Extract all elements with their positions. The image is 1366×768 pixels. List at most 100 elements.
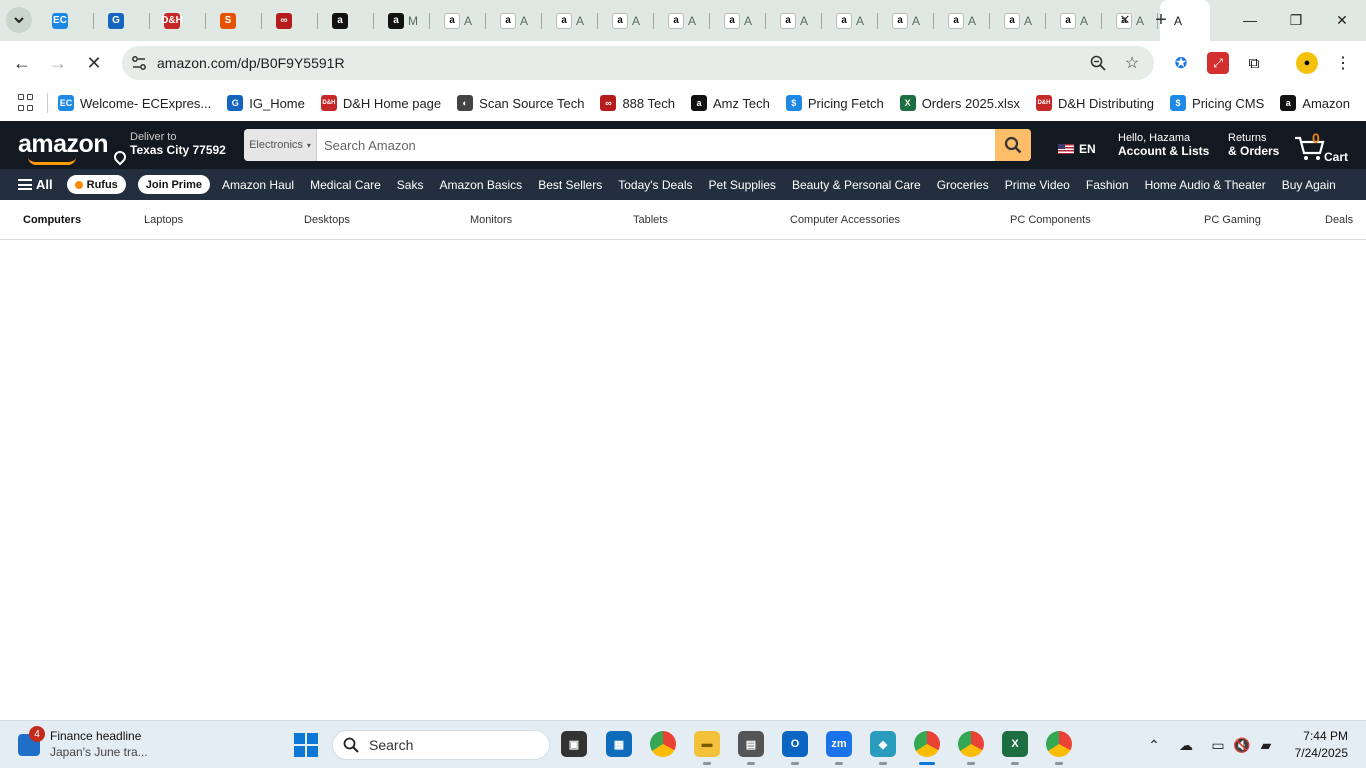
- browser-tab[interactable]: aA: [710, 0, 766, 41]
- rufus-button[interactable]: Rufus: [66, 175, 126, 194]
- task-view-icon[interactable]: ▣: [561, 731, 587, 757]
- close-tab-icon[interactable]: ✕: [1116, 11, 1134, 29]
- amazon-nav-link[interactable]: Home Audio & Theater: [1145, 178, 1266, 192]
- category-subnav-item[interactable]: PC Gaming: [1204, 214, 1261, 226]
- amazon-nav-link[interactable]: Saks: [397, 178, 424, 192]
- browser-tab[interactable]: a: [318, 0, 374, 41]
- url-text[interactable]: amazon.com/dp/B0F9Y5591R: [157, 55, 345, 71]
- bookmark-item[interactable]: ∞ 888 Tech: [600, 95, 675, 111]
- app-diamond-icon[interactable]: ◆: [870, 731, 896, 757]
- bookmark-item[interactable]: D&H D&H Distributing: [1035, 95, 1154, 111]
- chrome-profile-2-icon[interactable]: [958, 731, 984, 757]
- category-subnav-item[interactable]: Computer Accessories: [790, 214, 900, 226]
- extensions-puzzle-icon[interactable]: ⧉: [1243, 52, 1265, 74]
- new-tab-button[interactable]: +: [1149, 8, 1173, 32]
- bookmark-item[interactable]: ◐ Scan Source Tech: [457, 95, 584, 111]
- category-subnav-item[interactable]: Deals: [1325, 214, 1353, 226]
- amazon-nav-link[interactable]: Medical Care: [310, 178, 381, 192]
- browser-tab[interactable]: aA: [486, 0, 542, 41]
- pdf-extension-icon[interactable]: ⤢: [1207, 52, 1229, 74]
- amazon-nav-link[interactable]: Beauty & Personal Care: [792, 178, 921, 192]
- category-subnav-item[interactable]: Laptops: [144, 214, 183, 226]
- bookmark-item[interactable]: G IG_Home: [227, 95, 305, 111]
- network-icon[interactable]: ▭: [1208, 735, 1228, 755]
- amazon-nav-link[interactable]: Today's Deals: [618, 178, 692, 192]
- bookmark-item[interactable]: a Amz Tech: [690, 95, 770, 111]
- language-selector[interactable]: EN: [1058, 142, 1096, 156]
- bookmark-item[interactable]: $ Pricing Fetch: [785, 95, 884, 111]
- excel-icon[interactable]: X: [1002, 731, 1028, 757]
- news-widget[interactable]: 4 Finance headline Japan's June tra...: [18, 726, 148, 759]
- volume-mute-icon[interactable]: 🔇: [1232, 735, 1252, 755]
- browser-tab[interactable]: ∞: [262, 0, 318, 41]
- clock[interactable]: 7:44 PM 7/24/2025: [1290, 729, 1348, 760]
- site-info-icon[interactable]: [130, 54, 148, 72]
- outlook-icon[interactable]: O: [782, 731, 808, 757]
- search-category-select[interactable]: Electronics ▾: [244, 129, 317, 161]
- join-prime-button[interactable]: Join Prime: [137, 175, 211, 194]
- amazon-nav-link[interactable]: Buy Again: [1282, 178, 1336, 192]
- deliver-to[interactable]: Deliver to Texas City 77592: [111, 131, 226, 166]
- onedrive-icon[interactable]: ☁: [1176, 735, 1196, 755]
- chrome-profile-3-icon[interactable]: [1046, 731, 1072, 757]
- zoom-icon[interactable]: [1088, 53, 1108, 73]
- bookmark-item[interactable]: $ Pricing CMS: [1170, 95, 1264, 111]
- tab-search-button[interactable]: [6, 7, 32, 33]
- profile-avatar[interactable]: ●: [1296, 52, 1318, 74]
- browser-tab[interactable]: aA: [822, 0, 878, 41]
- amazon-search-input[interactable]: [317, 129, 995, 161]
- browser-tab[interactable]: aA: [598, 0, 654, 41]
- browser-tab[interactable]: aA: [990, 0, 1046, 41]
- browser-tab[interactable]: aA: [654, 0, 710, 41]
- extension-icon[interactable]: ✪: [1170, 52, 1192, 74]
- browser-tab[interactable]: aA: [430, 0, 486, 41]
- taskbar-search[interactable]: Search: [332, 730, 550, 760]
- cart-button[interactable]: 0 Cart: [1294, 129, 1354, 164]
- all-menu-button[interactable]: All: [18, 177, 53, 192]
- microsoft-store-icon[interactable]: ▦: [606, 731, 632, 757]
- category-subnav-item[interactable]: PC Components: [1010, 214, 1091, 226]
- minimize-icon[interactable]: —: [1230, 8, 1270, 32]
- chrome-profile-1-icon[interactable]: [914, 731, 940, 757]
- menu-kebab-icon[interactable]: ⋮: [1332, 52, 1354, 74]
- search-button[interactable]: [995, 129, 1031, 161]
- category-subnav-item[interactable]: Tablets: [633, 214, 668, 226]
- amazon-nav-link[interactable]: Best Sellers: [538, 178, 602, 192]
- amazon-nav-link[interactable]: Amazon Haul: [222, 178, 294, 192]
- amazon-nav-link[interactable]: Pet Supplies: [709, 178, 776, 192]
- bookmark-item[interactable]: X Orders 2025.xlsx: [899, 95, 1020, 111]
- chrome-icon[interactable]: [650, 731, 676, 757]
- browser-tab[interactable]: EC: [38, 0, 94, 41]
- bookmark-item[interactable]: D&H D&H Home page: [320, 95, 441, 111]
- returns-orders[interactable]: Returns & Orders: [1228, 132, 1279, 158]
- category-subnav-item[interactable]: Computers: [23, 214, 81, 226]
- browser-tab[interactable]: S: [206, 0, 262, 41]
- browser-tab[interactable]: aM: [374, 0, 430, 41]
- start-button[interactable]: [294, 733, 318, 757]
- browser-tab[interactable]: aA: [878, 0, 934, 41]
- browser-tab[interactable]: aA: [1046, 0, 1102, 41]
- bookmark-star-icon[interactable]: ☆: [1122, 53, 1142, 73]
- file-explorer-icon[interactable]: ▬: [694, 731, 720, 757]
- amazon-nav-link[interactable]: Prime Video: [1005, 178, 1070, 192]
- amazon-nav-link[interactable]: Groceries: [937, 178, 989, 192]
- category-subnav-item[interactable]: Monitors: [470, 214, 512, 226]
- stop-loading-button[interactable]: ✕: [80, 49, 108, 77]
- address-bar[interactable]: amazon.com/dp/B0F9Y5591R ☆: [122, 46, 1154, 80]
- close-window-icon[interactable]: ✕: [1322, 8, 1362, 32]
- bookmark-item[interactable]: a Amazon: [1280, 95, 1350, 111]
- amazon-logo[interactable]: amazon: [18, 130, 109, 159]
- forward-button[interactable]: →: [44, 49, 72, 77]
- apps-grid-icon[interactable]: [18, 94, 35, 112]
- amazon-nav-link[interactable]: Fashion: [1086, 178, 1129, 192]
- amazon-nav-link[interactable]: Amazon Basics: [439, 178, 522, 192]
- zoom-app-icon[interactable]: zm: [826, 731, 852, 757]
- account-lists[interactable]: Hello, Hazama Account & Lists: [1118, 132, 1209, 158]
- calculator-icon[interactable]: ▤: [738, 731, 764, 757]
- battery-icon[interactable]: ▰: [1256, 735, 1276, 755]
- browser-tab[interactable]: D&H: [150, 0, 206, 41]
- category-subnav-item[interactable]: Desktops: [304, 214, 350, 226]
- browser-tab[interactable]: aA: [542, 0, 598, 41]
- browser-tab[interactable]: G: [94, 0, 150, 41]
- restore-icon[interactable]: ❐: [1276, 8, 1316, 32]
